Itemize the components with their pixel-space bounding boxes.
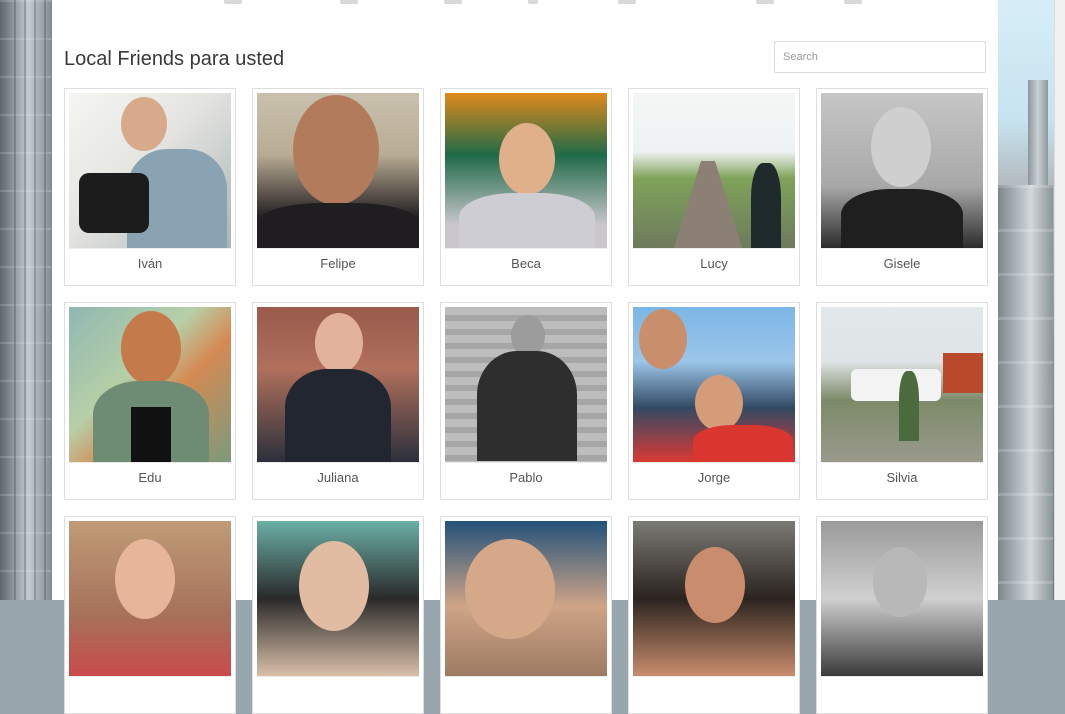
friend-photo[interactable] xyxy=(445,521,607,676)
friend-name: Iván xyxy=(137,256,163,271)
page-scrollbar[interactable] xyxy=(1054,0,1065,600)
friend-card[interactable]: Lucy xyxy=(628,88,800,286)
friend-card[interactable] xyxy=(252,516,424,714)
friend-photo[interactable] xyxy=(257,307,419,462)
search-input[interactable] xyxy=(774,41,986,73)
friend-card[interactable] xyxy=(64,516,236,714)
friend-card[interactable] xyxy=(816,516,988,714)
friend-photo[interactable] xyxy=(633,93,795,248)
section-title: Local Friends para usted xyxy=(64,48,285,70)
local-friends-panel: Local Friends para usted Iván Felipe Bec… xyxy=(52,0,998,714)
friend-photo[interactable] xyxy=(69,93,231,248)
background-building-left xyxy=(0,0,52,600)
background-tower xyxy=(998,185,1053,600)
camera-icon xyxy=(79,173,149,233)
friend-photo[interactable] xyxy=(257,93,419,248)
friend-name: Jorge xyxy=(697,470,731,485)
friend-card[interactable]: Felipe xyxy=(252,88,424,286)
friend-photo[interactable] xyxy=(445,93,607,248)
friend-card[interactable] xyxy=(628,516,800,714)
friend-card[interactable]: Pablo xyxy=(440,302,612,500)
friend-card[interactable]: Jorge xyxy=(628,302,800,500)
friend-card[interactable]: Gisele xyxy=(816,88,988,286)
friend-photo[interactable] xyxy=(445,307,607,462)
top-cutoff-row xyxy=(52,0,998,10)
friend-photo[interactable] xyxy=(821,93,983,248)
friend-card[interactable]: Beca xyxy=(440,88,612,286)
friend-photo[interactable] xyxy=(821,307,983,462)
background-spire xyxy=(1028,80,1048,190)
friend-card[interactable]: Edu xyxy=(64,302,236,500)
friend-name: Lucy xyxy=(700,256,728,271)
friend-name: Juliana xyxy=(317,470,359,485)
friend-photo[interactable] xyxy=(633,307,795,462)
background-building-right xyxy=(998,0,1065,600)
friend-name: Gisele xyxy=(883,256,921,271)
friend-photo[interactable] xyxy=(69,521,231,676)
friend-name: Beca xyxy=(511,256,541,271)
friend-card[interactable]: Juliana xyxy=(252,302,424,500)
friend-name: Edu xyxy=(138,470,162,485)
friend-card[interactable]: Iván xyxy=(64,88,236,286)
friend-name: Silvia xyxy=(886,470,918,485)
friend-name: Felipe xyxy=(320,256,356,271)
friend-photo[interactable] xyxy=(633,521,795,676)
friend-photo[interactable] xyxy=(821,521,983,676)
friend-photo[interactable] xyxy=(257,521,419,676)
friend-name: Pablo xyxy=(509,470,543,485)
friend-photo[interactable] xyxy=(69,307,231,462)
friend-card[interactable] xyxy=(440,516,612,714)
friend-card[interactable]: Silvia xyxy=(816,302,988,500)
